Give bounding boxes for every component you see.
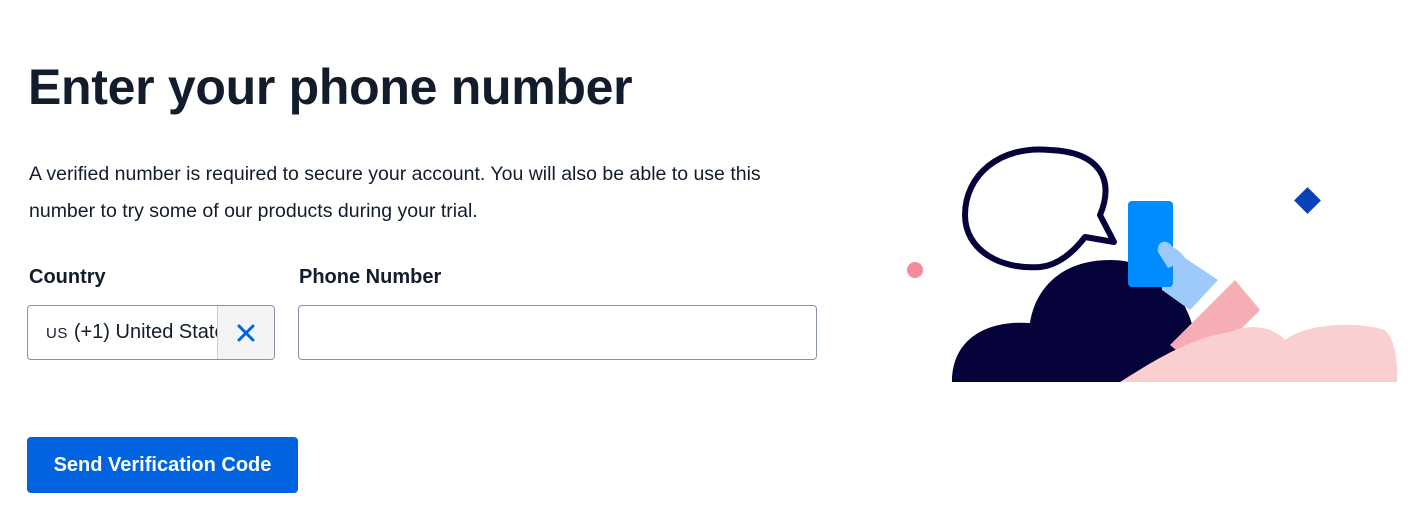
country-label: Country bbox=[29, 266, 106, 288]
country-selected-value[interactable]: US (+1) United States bbox=[28, 321, 217, 344]
send-verification-code-button[interactable]: Send Verification Code bbox=[27, 437, 298, 493]
country-code: US bbox=[46, 325, 68, 342]
verification-page: Enter your phone number A verified numbe… bbox=[0, 0, 1427, 528]
page-description: A verified number is required to secure … bbox=[29, 163, 761, 222]
phone-number-input[interactable] bbox=[298, 305, 817, 360]
page-title: Enter your phone number bbox=[28, 59, 633, 115]
phone-number-label: Phone Number bbox=[299, 266, 442, 288]
clear-country-button[interactable] bbox=[217, 306, 274, 359]
country-name: (+1) United States bbox=[73, 321, 217, 343]
decorative-dot bbox=[907, 262, 923, 278]
close-icon bbox=[237, 324, 255, 341]
country-select[interactable]: US (+1) United States bbox=[27, 305, 275, 360]
speech-bubble bbox=[962, 146, 1117, 271]
phone-chat-illustration bbox=[907, 146, 1398, 382]
decorative-diamond bbox=[1294, 187, 1321, 214]
